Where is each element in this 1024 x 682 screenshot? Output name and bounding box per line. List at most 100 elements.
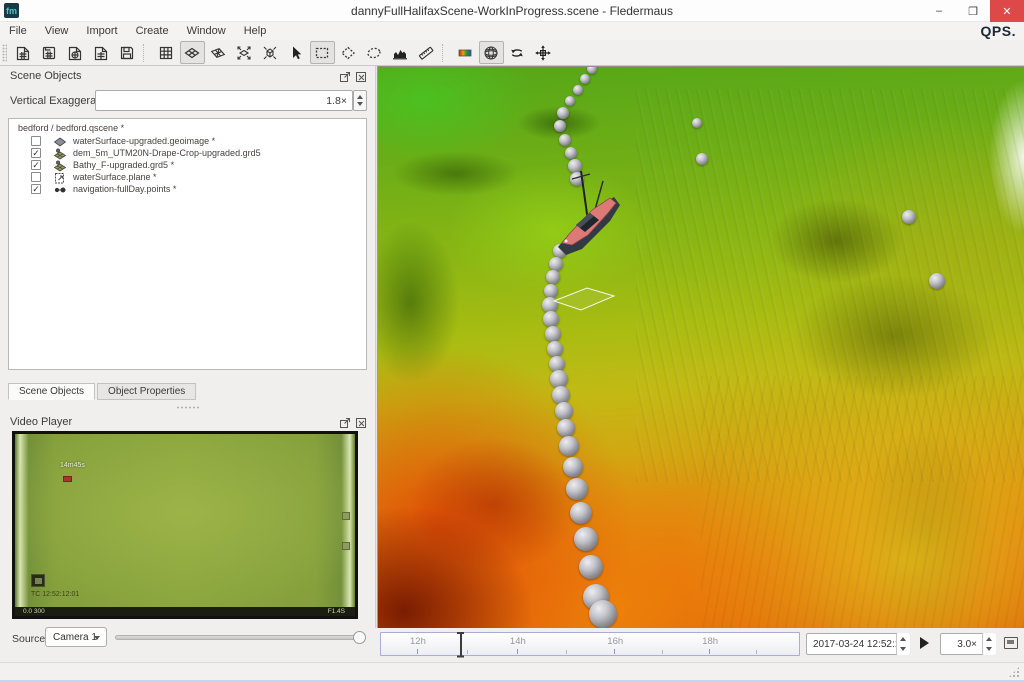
minimize-button[interactable]: – <box>922 0 956 22</box>
scene-3d-view[interactable] <box>378 66 1024 628</box>
selection-diamond-outline[interactable] <box>554 288 614 310</box>
attribute-table-button[interactable] <box>1004 637 1018 649</box>
open-scene-button[interactable] <box>11 41 36 64</box>
maximize-button[interactable]: ❐ <box>956 0 990 22</box>
stepper-down-icon[interactable] <box>986 647 992 651</box>
stepper-up-icon[interactable] <box>986 637 992 641</box>
timeline-tick-label: 14h <box>507 636 529 647</box>
toolbar-drag-handle[interactable] <box>2 44 7 62</box>
stepper-up-icon[interactable] <box>357 95 363 99</box>
float-panel-icon[interactable] <box>339 70 351 82</box>
fit-cube-button[interactable] <box>258 41 283 64</box>
timeline-minor-tick <box>756 650 757 654</box>
timeline-ruler[interactable]: 12h14h16h18h <box>380 632 800 656</box>
tree-item-label[interactable]: waterSurface-upgraded.geoimage * <box>73 136 215 146</box>
profile-chart-button[interactable] <box>388 41 413 64</box>
zoom-extents-button[interactable] <box>232 41 257 64</box>
stepper-up-icon[interactable] <box>900 637 906 641</box>
menu-file[interactable]: File <box>0 24 36 38</box>
toolbar-separator <box>442 44 449 62</box>
video-side-marker <box>342 512 350 520</box>
datetime-value[interactable]: 2017-03-24 12:52:11 <box>813 639 905 650</box>
vertical-exaggeration-value[interactable] <box>96 92 352 111</box>
grid-view-button[interactable] <box>154 41 179 64</box>
tab-object-properties[interactable]: Object Properties <box>97 383 196 400</box>
add-object-button[interactable] <box>89 41 114 64</box>
lasso-select-button[interactable] <box>362 41 387 64</box>
timeline-minor-tick <box>467 650 468 654</box>
tree-item-label[interactable]: waterSurface.plane * <box>73 172 157 182</box>
import-data-button[interactable] <box>63 41 88 64</box>
vessel-model[interactable] <box>558 171 620 255</box>
tilted-surface-button[interactable] <box>206 41 231 64</box>
slider-knob[interactable] <box>353 631 366 644</box>
visibility-checkbox[interactable]: ✓ <box>31 184 41 194</box>
scene-objects-tree[interactable]: bedford / bedford.qscene * waterSurface-… <box>8 118 367 370</box>
video-seek-slider[interactable] <box>115 635 365 640</box>
menu-import[interactable]: Import <box>77 24 126 38</box>
menu-create[interactable]: Create <box>127 24 178 38</box>
save-scene-as-button[interactable] <box>37 41 62 64</box>
video-player-panel-header: Video Player <box>0 412 375 430</box>
play-button[interactable] <box>920 637 929 649</box>
close-panel-icon[interactable] <box>355 416 367 428</box>
video-status-strip: 0.0 300 F1.4S <box>15 607 355 616</box>
tree-item-label[interactable]: dem_5m_UTM20N-Drape-Crop-upgraded.grd5 <box>73 148 261 158</box>
tree-item-label[interactable]: navigation-fullDay.points * <box>73 184 176 194</box>
close-button[interactable]: ✕ <box>990 0 1024 22</box>
rectangle-select-button[interactable] <box>310 41 335 64</box>
speed-spinbox[interactable]: 3.0× <box>940 633 996 655</box>
rotate-view-button[interactable] <box>505 41 530 64</box>
tree-item[interactable]: ✓ navigation-fullDay.points * <box>9 184 366 196</box>
video-elapsed-overlay: 14m45s <box>60 462 85 469</box>
visibility-checkbox[interactable] <box>31 172 41 182</box>
speed-stepper[interactable] <box>982 633 996 655</box>
vertical-exaggeration-stepper[interactable] <box>353 90 367 111</box>
video-timecode-overlay: TC 12:52:12:01 <box>31 591 79 598</box>
video-frame[interactable]: 14m45s TC 12:52:12:01 0.0 300 F1.4S <box>12 431 358 619</box>
speed-value[interactable]: 3.0× <box>957 639 977 650</box>
timeline-tick-label: 18h <box>699 636 721 647</box>
colormap-button[interactable] <box>453 41 478 64</box>
vertical-exaggeration-input[interactable] <box>95 90 353 111</box>
save-button[interactable] <box>115 41 140 64</box>
measure-ruler-button[interactable] <box>414 41 439 64</box>
tree-root-item[interactable]: bedford / bedford.qscene * <box>18 123 124 133</box>
resize-grip[interactable] <box>1008 666 1020 678</box>
datetime-spinbox[interactable]: 2017-03-24 12:52:11 <box>806 633 910 655</box>
main-toolbar <box>0 40 1024 66</box>
visibility-checkbox[interactable]: ✓ <box>31 148 41 158</box>
camera-source-select[interactable]: Camera 1 <box>45 627 107 647</box>
fledermaus-window: fm dannyFullHalifaxScene-WorkInProgress.… <box>0 0 1024 682</box>
menu-view[interactable]: View <box>36 24 78 38</box>
video-side-marker <box>342 542 350 550</box>
video-player-title: Video Player <box>10 416 72 428</box>
stepper-down-icon[interactable] <box>357 102 363 106</box>
tree-item-label[interactable]: Bathy_F-upgraded.grd5 * <box>73 160 174 170</box>
visibility-checkbox[interactable]: ✓ <box>31 160 41 170</box>
menu-bar: File View Import Create Window Help QPS. <box>0 22 1024 40</box>
left-dock: Scene Objects Vertical Exaggeration: bed… <box>0 66 375 662</box>
video-stats-left: 0.0 300 <box>23 607 45 616</box>
title-bar[interactable]: fm dannyFullHalifaxScene-WorkInProgress.… <box>0 0 1024 22</box>
datetime-stepper[interactable] <box>896 633 910 655</box>
transform-object-button[interactable] <box>531 41 556 64</box>
toolbar-separator <box>143 44 150 62</box>
visibility-checkbox[interactable] <box>31 136 41 146</box>
stepper-down-icon[interactable] <box>900 647 906 651</box>
close-panel-icon[interactable] <box>355 70 367 82</box>
dock-splitter-handle[interactable] <box>176 406 200 409</box>
float-panel-icon[interactable] <box>339 416 351 428</box>
diamond-select-button[interactable] <box>336 41 361 64</box>
menu-window[interactable]: Window <box>178 24 235 38</box>
tab-scene-objects[interactable]: Scene Objects <box>8 383 95 400</box>
wire-sphere-button[interactable] <box>479 41 504 64</box>
menu-help[interactable]: Help <box>235 24 276 38</box>
dock-tabs: Scene Objects Object Properties <box>8 383 196 400</box>
points-icon <box>53 183 67 201</box>
qps-logo: QPS. <box>981 23 1016 39</box>
timeline-playhead[interactable] <box>456 630 465 659</box>
pointer-tool-button[interactable] <box>284 41 309 64</box>
video-source-row: Source: Camera 1 <box>0 626 375 650</box>
surface-view-button[interactable] <box>180 41 205 64</box>
